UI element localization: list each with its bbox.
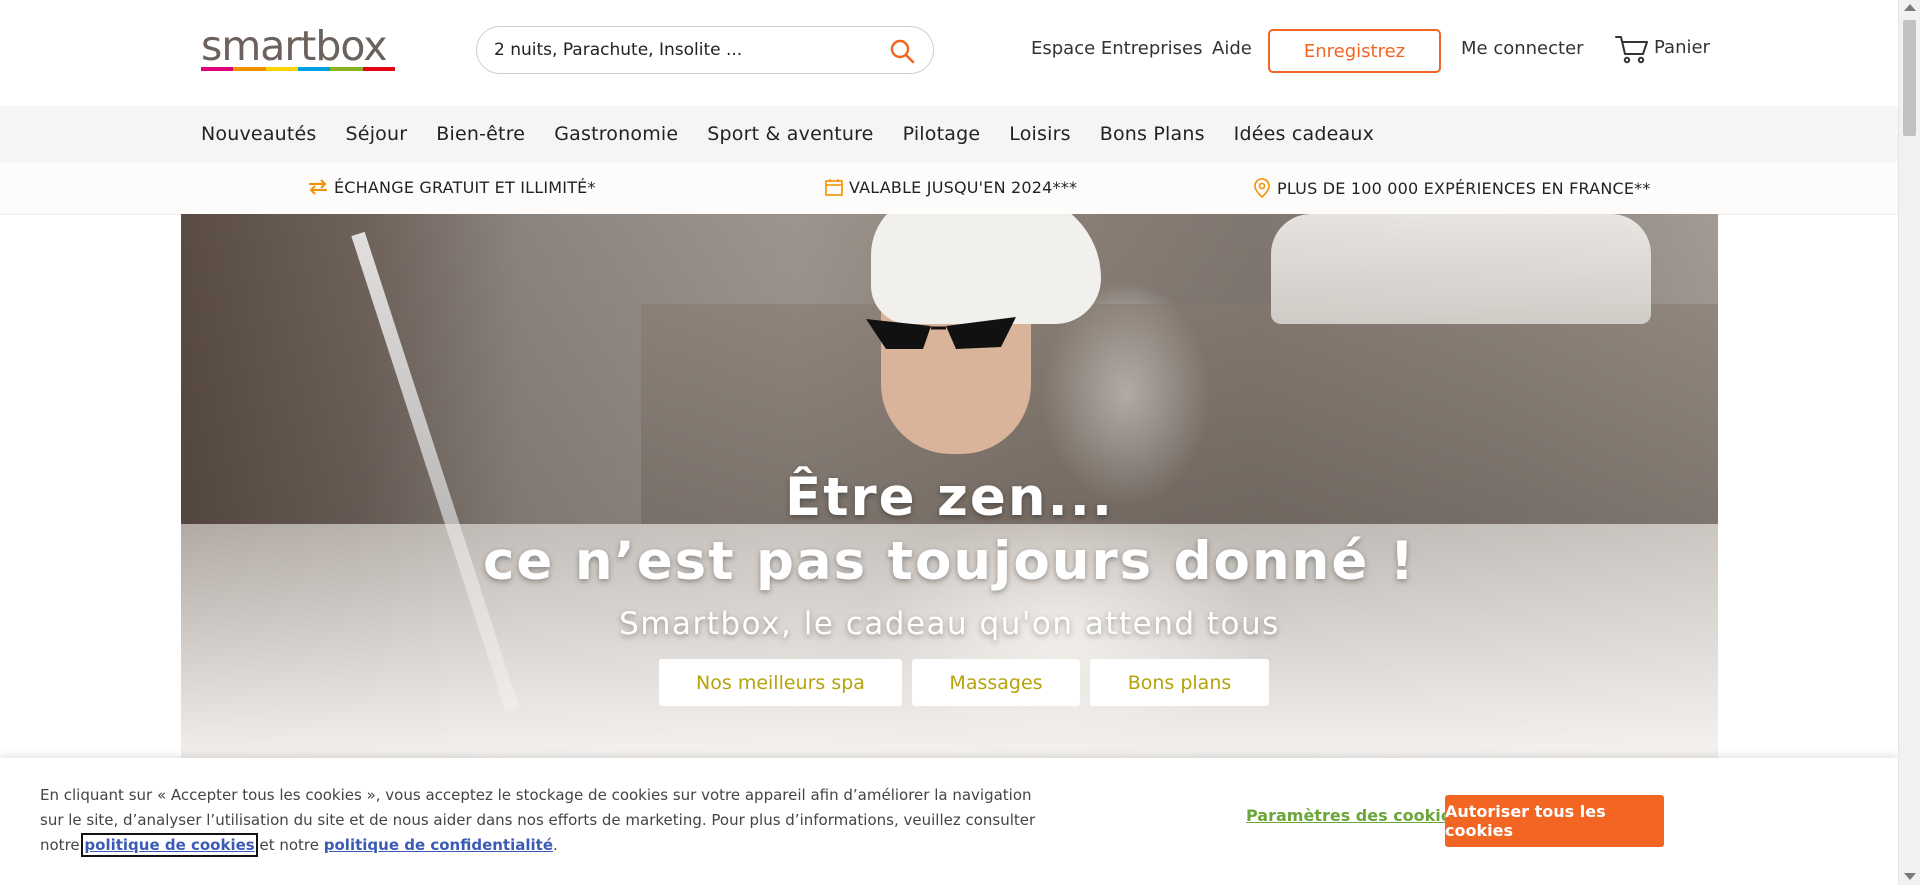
search-input[interactable]	[492, 39, 876, 61]
hero-buttons: Nos meilleurs spa Massages Bons plans	[659, 659, 1279, 706]
usp-experiences: PLUS DE 100 000 EXPÉRIENCES EN FRANCE**	[1252, 177, 1651, 199]
usp-experiences-text: PLUS DE 100 000 EXPÉRIENCES EN FRANCE**	[1277, 178, 1651, 198]
exchange-arrows-icon	[309, 179, 327, 195]
hero-towel-turban	[871, 214, 1101, 324]
scroll-up-arrow-icon[interactable]	[1904, 4, 1916, 11]
usp-validity: VALABLE JUSQU'EN 2024***	[824, 177, 1077, 197]
scroll-down-arrow-icon[interactable]	[1904, 873, 1916, 880]
hero-title-line1: Être zen...	[784, 467, 1114, 528]
cookie-banner: En cliquant sur « Accepter tous les cook…	[0, 758, 1898, 885]
privacy-policy-link[interactable]: politique de confidentialité	[324, 836, 553, 854]
main-nav: Nouveautés Séjour Bien-être Gastronomie …	[0, 106, 1898, 162]
cookie-text-middle: et notre	[254, 836, 324, 854]
search-bar	[476, 26, 934, 74]
search-icon[interactable]	[889, 38, 915, 64]
usp-exchange: ÉCHANGE GRATUIT ET ILLIMITÉ*	[307, 177, 596, 197]
page-scrollbar[interactable]	[1898, 0, 1920, 885]
nav-item-idees-cadeaux[interactable]: Idées cadeaux	[1234, 123, 1374, 145]
nav-item-nouveautes[interactable]: Nouveautés	[201, 123, 317, 145]
scrollbar-thumb[interactable]	[1903, 20, 1916, 136]
nav-item-pilotage[interactable]: Pilotage	[903, 123, 981, 145]
nav-item-sport-aventure[interactable]: Sport & aventure	[707, 123, 873, 145]
location-pin-icon	[1254, 178, 1270, 199]
nav-item-loisirs[interactable]: Loisirs	[1009, 123, 1070, 145]
cart-icon	[1615, 36, 1648, 64]
massages-button[interactable]: Massages	[912, 659, 1080, 706]
register-button[interactable]: Enregistrez	[1268, 29, 1441, 73]
help-link[interactable]: Aide	[1212, 38, 1252, 59]
hero-title-line2: ce n’est pas toujours donné !	[483, 531, 1416, 592]
hero-towels	[1271, 214, 1651, 324]
nav-item-gastronomie[interactable]: Gastronomie	[554, 123, 678, 145]
cookie-policy-link[interactable]: politique de cookies	[81, 833, 258, 857]
site-header: smartbox Espace Entreprises Aide Enregis…	[0, 0, 1898, 106]
cookie-settings-link[interactable]: Paramètres des cookies	[1246, 806, 1461, 825]
calendar-icon	[825, 179, 843, 196]
cookie-message: En cliquant sur « Accepter tous les cook…	[40, 783, 1040, 858]
smartbox-logo[interactable]: smartbox	[201, 26, 396, 72]
logo-wordmark: smartbox	[201, 22, 387, 70]
nav-item-bons-plans[interactable]: Bons Plans	[1100, 123, 1205, 145]
accept-cookies-button[interactable]: Autoriser tous les cookies	[1445, 795, 1664, 847]
usp-exchange-text: ÉCHANGE GRATUIT ET ILLIMITÉ*	[334, 177, 596, 197]
usp-bar: ÉCHANGE GRATUIT ET ILLIMITÉ* VALABLE JUS…	[0, 162, 1898, 215]
cart-link[interactable]: Panier	[1614, 34, 1714, 68]
business-space-link[interactable]: Espace Entreprises	[1031, 38, 1202, 59]
nav-item-bien-etre[interactable]: Bien-être	[436, 123, 525, 145]
best-spa-button[interactable]: Nos meilleurs spa	[659, 659, 902, 706]
usp-validity-text: VALABLE JUSQU'EN 2024***	[849, 177, 1078, 197]
nav-item-sejour[interactable]: Séjour	[346, 123, 408, 145]
hero-banner: Être zen... ce n’est pas toujours donné …	[181, 214, 1718, 758]
hero-sunglasses	[866, 317, 1016, 349]
cookie-text-end: .	[553, 836, 558, 854]
bons-plans-button[interactable]: Bons plans	[1090, 659, 1269, 706]
login-link[interactable]: Me connecter	[1461, 38, 1584, 59]
hero-title: Être zen... ce n’est pas toujours donné …	[181, 466, 1718, 594]
hero-subtitle: Smartbox, le cadeau qu'on attend tous	[619, 606, 1280, 642]
cart-label: Panier	[1654, 37, 1710, 58]
logo-color-bar	[201, 67, 395, 71]
